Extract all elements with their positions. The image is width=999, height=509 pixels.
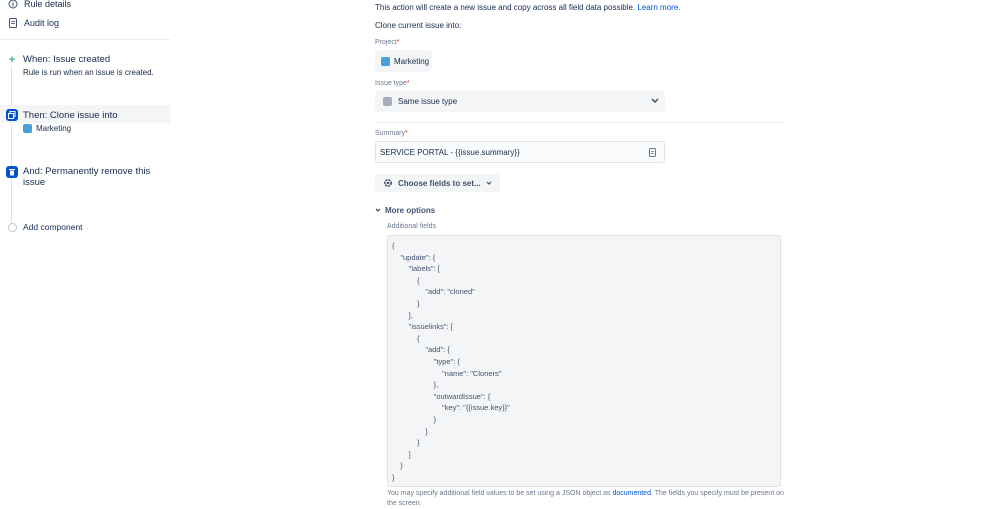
add-component-node bbox=[8, 223, 17, 232]
code-line: }, bbox=[392, 380, 439, 390]
project-value: Marketing bbox=[394, 56, 430, 66]
delete-title-line1: And: Permanently remove this bbox=[23, 166, 151, 177]
rule-details-link[interactable]: Rule details bbox=[8, 0, 71, 9]
choose-fields-label: Choose fields to set... bbox=[398, 178, 481, 188]
code-line: { bbox=[392, 333, 420, 343]
gear-icon bbox=[383, 178, 393, 188]
code-line: { bbox=[392, 241, 395, 250]
sidebar-divider bbox=[0, 39, 170, 40]
code-line: "type": { bbox=[392, 357, 460, 366]
issue-type-value: Same issue type bbox=[398, 97, 458, 106]
clone-project: Marketing bbox=[23, 124, 118, 133]
trash-icon bbox=[9, 169, 15, 176]
add-component-button[interactable]: Add component bbox=[23, 222, 83, 232]
more-options-toggle[interactable]: More options bbox=[375, 206, 435, 215]
help-text-part1: You may specify additional field values … bbox=[387, 490, 611, 497]
code-line: "add": "cloned" bbox=[392, 287, 475, 297]
summary-label: Summary* bbox=[375, 130, 408, 137]
trigger-node: + bbox=[6, 54, 18, 66]
additional-fields-label: Additional fields bbox=[387, 223, 437, 230]
documented-link[interactable]: documented bbox=[612, 490, 651, 497]
code-line: "update": { bbox=[392, 252, 436, 262]
learn-more-link[interactable]: Learn more. bbox=[637, 3, 680, 12]
summary-input[interactable]: SERVICE PORTAL - {{issue.summary}} bbox=[375, 141, 665, 163]
delete-title-line2: issue bbox=[23, 177, 46, 188]
project-select[interactable]: Marketing bbox=[375, 50, 432, 72]
choose-fields-button[interactable]: Choose fields to set... bbox=[375, 174, 500, 192]
code-line: "key": "{{issue.key}}" bbox=[392, 403, 510, 413]
audit-log-label: Audit log bbox=[24, 18, 60, 28]
document-icon bbox=[9, 18, 17, 28]
clone-node bbox=[6, 109, 18, 121]
help-text-part3: the screen. bbox=[387, 500, 422, 507]
code-line: } bbox=[392, 299, 420, 308]
code-line: { bbox=[392, 275, 420, 285]
code-line: "issuelinks": [ bbox=[392, 322, 453, 332]
info-icon bbox=[8, 0, 18, 9]
code-line: } bbox=[392, 426, 428, 436]
help-text: You may specify additional field values … bbox=[387, 489, 787, 509]
intro-text: This action will create a new issue and … bbox=[375, 3, 681, 12]
smart-value-icon[interactable] bbox=[649, 148, 656, 157]
trigger-subtitle: Rule is run when an issue is created. bbox=[23, 68, 154, 77]
clone-title: Then: Clone issue into bbox=[23, 110, 118, 121]
delete-node bbox=[6, 166, 18, 178]
issue-type-select[interactable]: Same issue type bbox=[375, 91, 665, 112]
project-label: Project* bbox=[375, 39, 400, 46]
code-line: "name": "Cloners" bbox=[392, 368, 502, 378]
clone-icon bbox=[8, 111, 16, 119]
trigger-title: When: Issue created bbox=[23, 54, 111, 65]
code-line: } bbox=[392, 415, 437, 424]
rule-details-label: Rule details bbox=[24, 0, 72, 9]
issue-type-icon bbox=[383, 97, 392, 106]
chevron-down-icon bbox=[486, 181, 492, 185]
chevron-down-icon bbox=[651, 98, 659, 104]
code-line: } bbox=[392, 461, 403, 471]
intro-sentence: This action will create a new issue and … bbox=[375, 3, 636, 12]
code-line: "add": { bbox=[392, 345, 450, 355]
section-divider bbox=[375, 122, 783, 123]
clone-into-label: Clone current issue into: bbox=[375, 21, 462, 30]
clone-project-name: Marketing bbox=[36, 124, 72, 133]
project-avatar-icon bbox=[381, 56, 390, 66]
code-line: } bbox=[392, 438, 420, 448]
code-line: ], bbox=[392, 310, 413, 320]
trigger-step[interactable]: When: Issue created Rule is run when an … bbox=[23, 54, 154, 77]
clone-step[interactable]: Then: Clone issue into Marketing bbox=[23, 110, 118, 133]
more-options-label: More options bbox=[385, 206, 436, 215]
issue-type-label: Issue type* bbox=[375, 80, 410, 87]
help-text-part2: . The fields you specify must be present… bbox=[650, 490, 784, 497]
plus-icon: + bbox=[8, 54, 16, 66]
code-line: "labels": [ bbox=[392, 264, 440, 274]
code-line: "outwardIssue": { bbox=[392, 391, 491, 401]
additional-fields-editor[interactable]: { "update": { "labels": [ { "add": "clon… bbox=[387, 235, 781, 487]
summary-value: SERVICE PORTAL - {{issue.summary}} bbox=[380, 147, 520, 157]
code-line: ] bbox=[392, 449, 411, 459]
audit-log-link[interactable]: Audit log bbox=[8, 18, 59, 28]
chevron-down-icon bbox=[375, 208, 381, 212]
code-line: } bbox=[392, 473, 395, 482]
delete-step[interactable]: And: Permanently remove this issue bbox=[23, 166, 158, 188]
project-avatar-icon bbox=[23, 124, 32, 133]
timeline-line bbox=[11, 62, 12, 232]
